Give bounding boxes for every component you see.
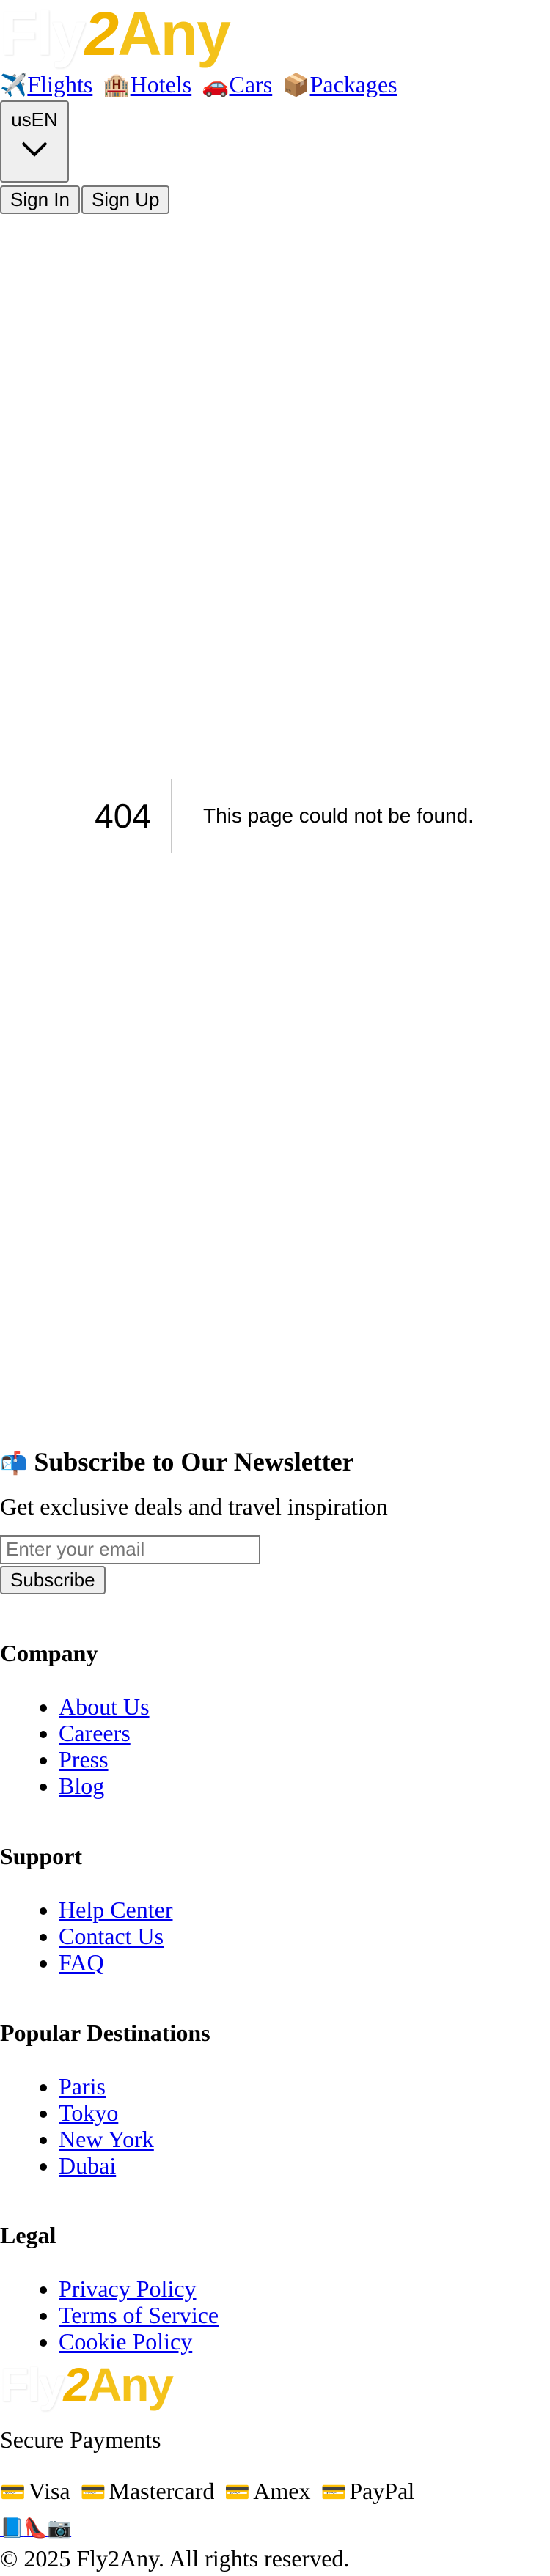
credit-card-icon: 💳: [80, 2480, 106, 2504]
hotel-icon: 🏨: [103, 73, 131, 98]
footer-company-heading: Company: [0, 1640, 98, 1666]
airplane-icon: ✈️: [0, 73, 28, 98]
list-item: Blog: [59, 1773, 550, 1799]
newsletter-subtitle: Get exclusive deals and travel inspirati…: [0, 1493, 388, 1520]
newsletter-section: 📬 Subscribe to Our Newsletter Get exclus…: [0, 1440, 550, 1594]
language-code: EN: [31, 108, 58, 130]
footer-link-press[interactable]: Press: [59, 1746, 109, 1773]
footer-legal: Legal Privacy Policy Terms of Service Co…: [0, 2222, 550, 2355]
footer-support-heading: Support: [0, 1843, 83, 1869]
chevron-down-icon: [21, 141, 48, 157]
social-book-icon[interactable]: 📘: [0, 2517, 23, 2539]
footer-destinations-list: Paris Tokyo New York Dubai: [0, 2073, 550, 2179]
credit-card-icon: 💳: [0, 2480, 26, 2504]
list-item: Press: [59, 1746, 550, 1773]
social-links: 📘👠📷: [0, 2513, 71, 2540]
list-item: About Us: [59, 1693, 550, 1720]
payment-amex: Amex: [253, 2478, 311, 2504]
main-nav: ✈️Flights 🏨Hotels 🚗Cars 📦Packages: [0, 71, 402, 100]
newsletter-email-input[interactable]: [0, 1534, 260, 1564]
payment-mastercard: Mastercard: [109, 2478, 215, 2504]
nav-link-cars[interactable]: 🚗Cars: [202, 71, 273, 98]
sign-in-button[interactable]: Sign In: [0, 185, 80, 214]
credit-card-icon: 💳: [224, 2480, 251, 2504]
footer-link-new-york[interactable]: New York: [59, 2126, 154, 2152]
footer-link-about-us[interactable]: About Us: [59, 1693, 150, 1720]
list-item: Contact Us: [59, 1923, 550, 1949]
language-region: us: [11, 108, 32, 130]
footer-legal-list: Privacy Policy Terms of Service Cookie P…: [0, 2275, 550, 2355]
logo-text-fly: Fly: [0, 0, 86, 68]
footer-link-contact-us[interactable]: Contact Us: [59, 1923, 164, 1949]
nav-label: Flights: [27, 71, 93, 97]
payment-methods: 💳 Visa 💳 Mastercard 💳 Amex 💳 PayPal: [0, 2478, 419, 2505]
footer-link-paris[interactable]: Paris: [59, 2073, 106, 2100]
footer-destinations-heading: Popular Destinations: [0, 2020, 210, 2046]
payment-visa: Visa: [28, 2478, 70, 2504]
list-item: Dubai: [59, 2152, 550, 2179]
mailbox-icon: 📬: [0, 1451, 28, 1476]
footer-link-faq[interactable]: FAQ: [59, 1949, 104, 1976]
footer-link-tokyo[interactable]: Tokyo: [59, 2100, 118, 2126]
nav-label: Hotels: [130, 71, 192, 97]
list-item: Terms of Service: [59, 2302, 550, 2328]
sign-up-button[interactable]: Sign Up: [81, 185, 170, 214]
list-item: FAQ: [59, 1949, 550, 1976]
logo-text-any: Any: [117, 0, 231, 68]
footer-link-dubai[interactable]: Dubai: [59, 2152, 116, 2179]
language-selector-button[interactable]: usEN: [0, 100, 69, 183]
brand-logo[interactable]: Fly2Any: [0, 0, 231, 68]
footer-logo[interactable]: Fly2Any: [0, 2359, 191, 2410]
logo-text-2: 2: [84, 0, 119, 68]
error-message: This page could not be found.: [203, 804, 474, 827]
credit-card-icon: 💳: [320, 2480, 347, 2504]
social-camera-icon[interactable]: 📷: [48, 2517, 71, 2539]
nav-link-packages[interactable]: 📦Packages: [282, 71, 397, 98]
footer-link-help-center[interactable]: Help Center: [59, 1896, 173, 1923]
nav-link-hotels[interactable]: 🏨Hotels: [103, 71, 192, 98]
logo-text-fly: Fly: [0, 2358, 65, 2411]
list-item: Cookie Policy: [59, 2328, 550, 2355]
footer-company: Company About Us Careers Press Blog: [0, 1640, 550, 1799]
footer-support: Support Help Center Contact Us FAQ: [0, 1843, 550, 1976]
list-item: New York: [59, 2126, 550, 2152]
newsletter-title: 📬 Subscribe to Our Newsletter: [0, 1440, 550, 1483]
footer-company-list: About Us Careers Press Blog: [0, 1693, 550, 1799]
car-icon: 🚗: [202, 73, 230, 98]
logo-text-2: 2: [63, 2358, 89, 2411]
nav-label: Cars: [229, 71, 273, 97]
footer-support-list: Help Center Contact Us FAQ: [0, 1896, 550, 1976]
social-shoe-icon[interactable]: 👠: [23, 2517, 47, 2539]
footer-link-blog[interactable]: Blog: [59, 1773, 104, 1799]
nav-label: Packages: [309, 71, 397, 97]
error-divider: [171, 779, 172, 853]
payment-paypal: PayPal: [349, 2478, 415, 2504]
list-item: Help Center: [59, 1896, 550, 1923]
footer-legal-heading: Legal: [0, 2222, 56, 2248]
logo-text-any: Any: [88, 2358, 174, 2411]
copyright-text: © 2025 Fly2Any. All rights reserved.: [0, 2545, 350, 2572]
error-panel: 404 This page could not be found.: [77, 779, 488, 853]
footer-link-terms-of-service[interactable]: Terms of Service: [59, 2302, 219, 2328]
error-code: 404: [95, 797, 151, 835]
subscribe-button[interactable]: Subscribe: [0, 1565, 106, 1594]
nav-link-flights[interactable]: ✈️Flights: [0, 71, 93, 98]
list-item: Privacy Policy: [59, 2275, 550, 2302]
list-item: Tokyo: [59, 2100, 550, 2126]
package-icon: 📦: [282, 73, 310, 98]
footer-link-careers[interactable]: Careers: [59, 1720, 131, 1746]
newsletter-title-text: Subscribe to Our Newsletter: [34, 1447, 354, 1476]
list-item: Careers: [59, 1720, 550, 1746]
secure-payments-heading: Secure Payments: [0, 2426, 161, 2453]
footer-link-cookie-policy[interactable]: Cookie Policy: [59, 2328, 192, 2355]
list-item: Paris: [59, 2073, 550, 2100]
auth-buttons: Sign In Sign Up: [0, 185, 171, 214]
footer-destinations: Popular Destinations Paris Tokyo New Yor…: [0, 2020, 550, 2179]
footer-link-privacy-policy[interactable]: Privacy Policy: [59, 2275, 197, 2302]
